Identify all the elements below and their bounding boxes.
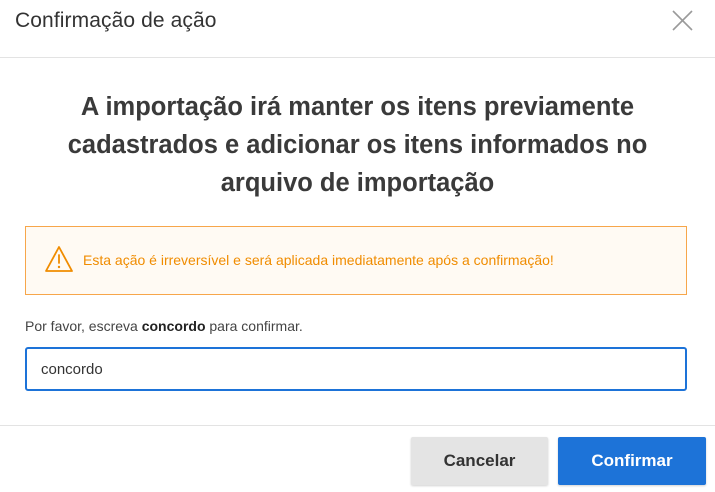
warning-text: Esta ação é irreversível e será aplicada…: [83, 252, 554, 268]
warning-triangle-icon: [45, 246, 73, 272]
confirmation-headline: A importação irá manter os itens previam…: [67, 93, 648, 197]
instruction-prefix: Por favor, escreva: [25, 318, 142, 334]
confirmation-dialog: Confirmação de ação A importação irá man…: [0, 0, 715, 492]
close-button[interactable]: [668, 6, 698, 36]
dialog-header: Confirmação de ação: [0, 0, 715, 58]
confirmation-input[interactable]: [25, 347, 687, 391]
instruction-suffix: para confirmar.: [205, 318, 303, 334]
instruction-keyword: concordo: [141, 318, 206, 334]
dialog-footer: Cancelar Confirmar: [0, 425, 715, 492]
close-icon: [672, 10, 693, 31]
warning-alert: Esta ação é irreversível e será aplicada…: [25, 226, 687, 295]
confirmation-instruction: Por favor, escreva concordo para confirm…: [25, 318, 303, 334]
confirm-button[interactable]: Confirmar: [558, 437, 706, 485]
cancel-button[interactable]: Cancelar: [411, 437, 548, 485]
dialog-title: Confirmação de ação: [15, 9, 217, 32]
